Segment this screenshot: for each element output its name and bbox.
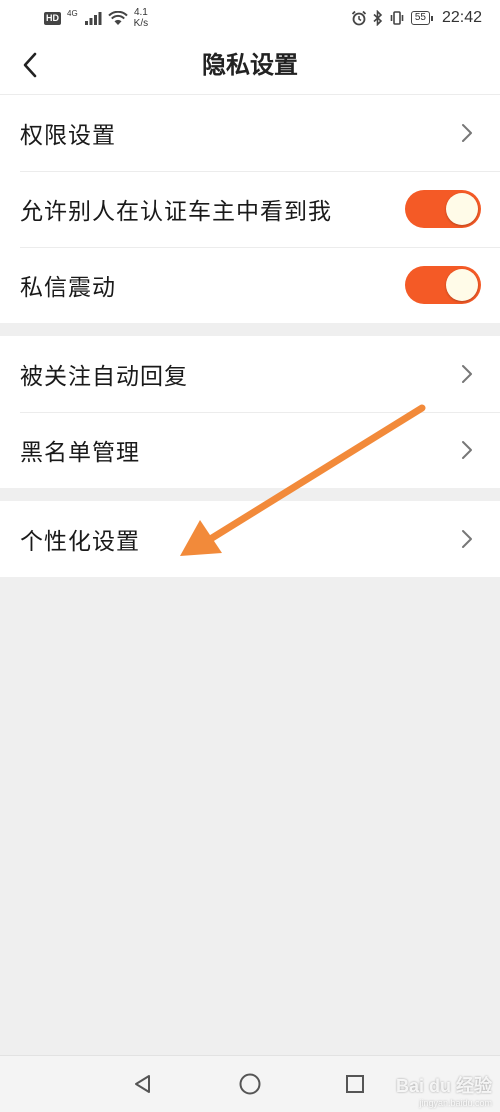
status-left: HD 4G 4.1 K/s <box>44 6 148 30</box>
network-type: 4G <box>67 8 78 18</box>
row-label: 私信震动 <box>20 275 116 301</box>
speed-unit: K/s <box>133 18 149 29</box>
row-message-vibration: 私信震动 <box>0 247 500 323</box>
square-recents-icon <box>346 1075 364 1093</box>
signal-icon <box>84 12 102 25</box>
toggle-knob <box>446 269 478 301</box>
nav-recents-button[interactable] <box>335 1064 375 1104</box>
row-visible-to-verified-owners: 允许别人在认证车主中看到我 <box>0 171 500 247</box>
bluetooth-icon <box>373 10 382 26</box>
status-right: 55 22:42 <box>351 6 482 30</box>
row-label: 权限设置 <box>20 123 116 149</box>
settings-group-permissions: 权限设置 允许别人在认证车主中看到我 私信震动 <box>0 95 500 323</box>
hd-badge: HD <box>44 11 61 25</box>
triangle-back-icon <box>135 1075 150 1093</box>
watermark-url: jingyan.baidu.com <box>419 1098 492 1108</box>
status-bar: HD 4G 4.1 K/s 55 22:42 <box>0 0 500 36</box>
header: 隐私设置 <box>0 36 500 95</box>
settings-group-personalization: 个性化设置 <box>0 501 500 577</box>
speed-value: 4.1 <box>133 7 148 18</box>
battery-icon: 55 <box>410 11 434 25</box>
row-personalization-settings[interactable]: 个性化设置 <box>0 501 500 577</box>
chevron-right-icon <box>462 124 472 142</box>
network-speed: 4.1 K/s <box>134 7 148 29</box>
page-title: 隐私设置 <box>202 50 298 79</box>
toggle-knob <box>446 193 478 225</box>
row-blacklist-management[interactable]: 黑名单管理 <box>0 412 500 488</box>
vibrate-icon <box>390 11 404 25</box>
row-permission-settings[interactable]: 权限设置 <box>0 95 500 171</box>
message-vibration-toggle[interactable] <box>405 266 481 304</box>
nav-home-button[interactable] <box>230 1064 270 1104</box>
alarm-icon <box>351 10 366 26</box>
wifi-icon <box>107 10 128 25</box>
baidu-watermark: Bai du 经验 jingyan.baidu.com <box>396 1072 492 1108</box>
nav-back-button[interactable] <box>123 1064 163 1104</box>
chevron-right-icon <box>462 530 472 548</box>
circle-home-icon <box>239 1073 261 1095</box>
visible-to-verified-owners-toggle[interactable] <box>405 190 481 228</box>
clock: 22:42 <box>441 9 482 26</box>
row-follow-auto-reply[interactable]: 被关注自动回复 <box>0 336 500 412</box>
settings-group-social: 被关注自动回复 黑名单管理 <box>0 336 500 488</box>
row-label: 允许别人在认证车主中看到我 <box>20 199 332 225</box>
watermark-brand: Bai du 经验 <box>395 1076 492 1096</box>
row-label: 被关注自动回复 <box>20 364 188 390</box>
row-label: 黑名单管理 <box>20 440 140 466</box>
chevron-right-icon <box>462 441 472 459</box>
chevron-right-icon <box>462 365 472 383</box>
row-label: 个性化设置 <box>20 529 140 555</box>
